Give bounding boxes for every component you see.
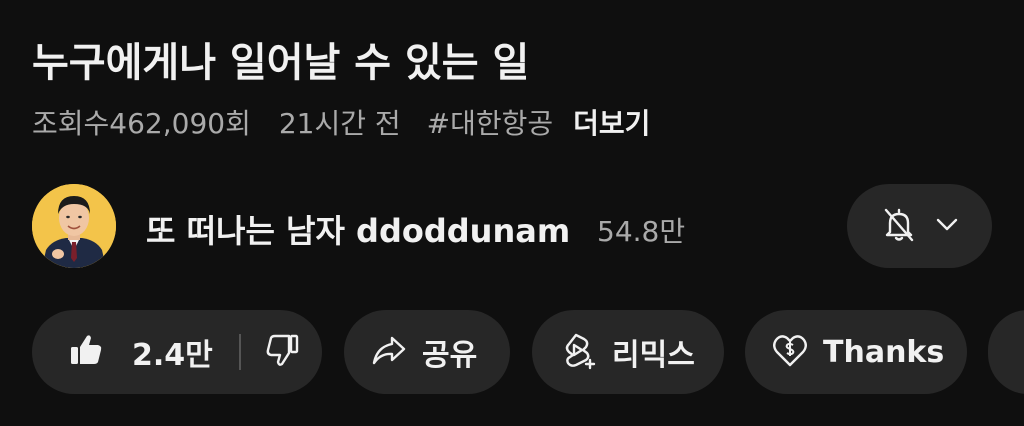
more-button[interactable]: 더보기 bbox=[573, 102, 650, 142]
remix-label: 리믹스 bbox=[612, 338, 695, 373]
action-bar: 2.4만 공유 리믹스 Thanks bbox=[32, 310, 1024, 394]
like-dislike-group: 2.4만 bbox=[32, 310, 322, 394]
like-divider bbox=[238, 334, 241, 370]
notification-button[interactable] bbox=[847, 184, 992, 268]
dislike-button[interactable] bbox=[265, 332, 301, 372]
thanks-label: Thanks bbox=[823, 334, 945, 370]
video-meta[interactable]: 조회수462,090회 21시간 전 #대한항공 더보기 bbox=[32, 102, 650, 142]
share-button[interactable]: 공유 bbox=[344, 310, 510, 394]
share-label: 공유 bbox=[422, 338, 478, 373]
share-icon bbox=[370, 331, 408, 373]
heart-dollar-icon bbox=[771, 331, 809, 373]
view-count: 조회수462,090회 bbox=[32, 107, 251, 140]
upload-time: 21시간 전 bbox=[278, 107, 401, 140]
remix-button[interactable]: 리믹스 bbox=[532, 310, 724, 394]
more-actions-button[interactable] bbox=[988, 310, 1024, 394]
thumbs-up-icon bbox=[68, 332, 104, 372]
remix-icon bbox=[558, 330, 598, 374]
thanks-button[interactable]: Thanks bbox=[745, 310, 967, 394]
like-button[interactable]: 2.4만 bbox=[68, 330, 213, 374]
avatar[interactable] bbox=[32, 184, 116, 268]
bell-off-icon bbox=[879, 204, 919, 248]
video-details-panel: 누구에게나 일어날 수 있는 일 조회수462,090회 21시간 전 #대한항… bbox=[0, 0, 1024, 426]
video-title: 누구에게나 일어날 수 있는 일 bbox=[32, 40, 530, 86]
chevron-down-icon bbox=[933, 210, 961, 242]
thumbs-down-icon bbox=[265, 332, 301, 372]
channel-row: 또 떠나는 남자 ddoddunam 54.8만 bbox=[32, 184, 992, 268]
like-count: 2.4만 bbox=[132, 338, 213, 373]
channel-name[interactable]: 또 떠나는 남자 ddoddunam bbox=[146, 206, 570, 252]
hashtag-link[interactable]: #대한항공 bbox=[427, 102, 554, 142]
subscriber-count: 54.8만 bbox=[597, 215, 686, 248]
